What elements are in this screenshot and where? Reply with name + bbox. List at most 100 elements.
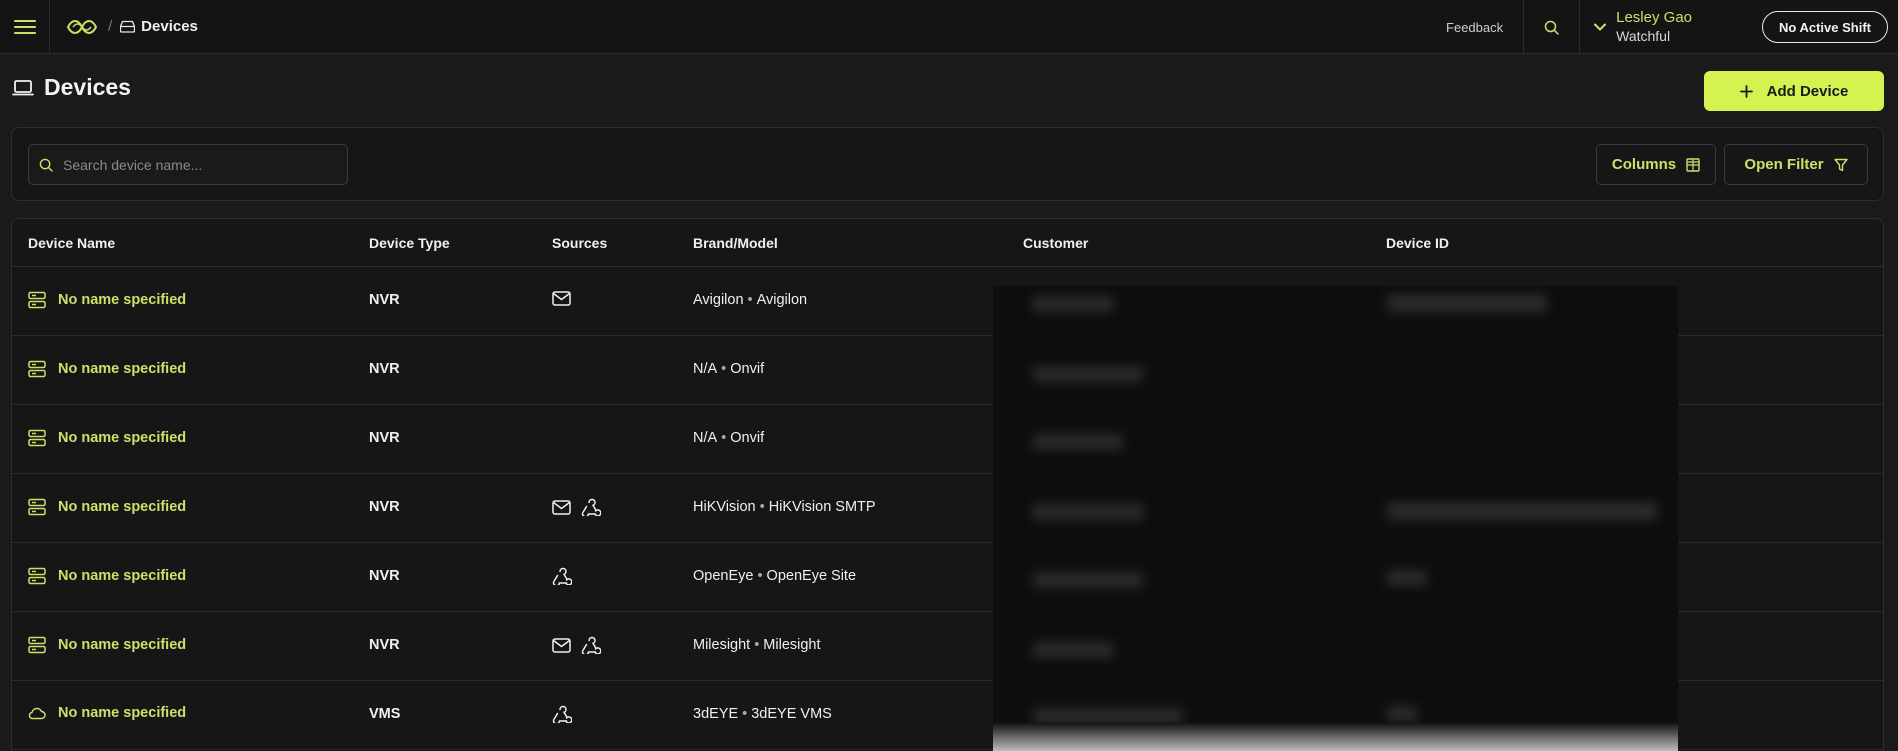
feedback-link[interactable]: Feedback [1426,0,1525,54]
column-header-device-id[interactable]: Device ID [1386,235,1449,251]
brand-model: N/A • Onvif [693,430,764,446]
column-header-customer[interactable]: Customer [1023,235,1088,251]
filter-icon [1833,158,1848,171]
device-type: NVR [369,430,400,446]
plus-icon [1739,84,1753,98]
server-icon [28,498,46,516]
device-name[interactable]: No name specified [58,637,186,653]
server-icon [28,567,46,585]
shift-status-button[interactable]: No Active Shift [1762,11,1888,43]
column-header-device-type[interactable]: Device Type [369,235,450,251]
device-name[interactable]: No name specified [58,361,186,377]
page-title: Devices [44,74,131,100]
columns-button[interactable]: Columns [1596,144,1716,185]
mail-icon [552,637,571,653]
device-name-cell[interactable]: No name specified [28,636,186,654]
brand-name: Avigilon [693,292,744,308]
open-filter-button[interactable]: Open Filter [1724,144,1868,185]
device-name-cell[interactable]: No name specified [28,567,186,585]
breadcrumb-separator: / [108,18,113,35]
user-name: Lesley Gao [1616,9,1693,26]
brand-model: HiKVision • HiKVision SMTP [693,499,876,515]
separator-dot: • [721,430,727,446]
open-filter-label: Open Filter [1744,156,1824,173]
add-device-button[interactable]: Add Device [1704,71,1884,111]
device-name-cell[interactable]: No name specified [28,360,186,378]
device-type: NVR [369,637,400,653]
column-header-sources[interactable]: Sources [552,235,607,251]
user-organization: Watchful [1616,28,1671,44]
device-name-cell[interactable]: No name specified [28,498,186,516]
brand-model: Avigilon • Avigilon [693,292,807,308]
brand-model: 3dEYE • 3dEYE VMS [693,706,832,722]
brand-name: OpenEye [693,568,754,584]
device-sources [552,705,572,723]
webhook-icon [552,705,572,723]
breadcrumb-title[interactable]: Devices [141,18,198,35]
column-header-device-name[interactable]: Device Name [28,235,115,251]
global-search-button[interactable] [1524,0,1581,54]
separator-dot: • [742,706,748,722]
filter-panel: Columns Open Filter [11,127,1884,201]
brand-name: 3dEYE [693,706,739,722]
device-icon [120,20,136,33]
hamburger-icon [13,19,36,34]
search-box[interactable] [28,144,348,185]
redacted-region [993,286,1678,751]
webhook-icon [552,567,572,585]
device-sources [552,636,601,654]
device-name-cell[interactable]: No name specified [28,429,186,447]
grid-icon [1686,157,1700,172]
brand-model: Milesight • Milesight [693,637,821,653]
search-icon [39,158,53,172]
search-icon [1544,20,1559,35]
model-name: Milesight [763,637,821,653]
brand-name: Milesight [693,637,751,653]
laptop-icon [12,79,34,95]
device-type: NVR [369,568,400,584]
column-header-brand-model[interactable]: Brand/Model [693,235,778,251]
model-name: Onvif [730,430,765,446]
device-sources [552,567,572,585]
webhook-icon [581,498,601,516]
separator-dot: • [757,568,763,584]
device-type: NVR [369,499,400,515]
model-name: 3dEYE VMS [751,706,832,722]
page-header: Devices [12,74,131,101]
device-type: NVR [369,361,400,377]
device-name[interactable]: No name specified [58,705,186,721]
device-name-cell[interactable]: No name specified [28,705,186,721]
mail-icon [552,291,571,306]
mail-icon [552,499,571,515]
brand-model: OpenEye • OpenEye Site [693,568,856,584]
separator-dot: • [754,637,760,653]
device-sources [552,498,601,516]
device-sources [552,291,571,306]
device-name[interactable]: No name specified [58,292,186,308]
menu-button[interactable] [0,0,50,54]
chevron-down-icon [1594,23,1607,31]
columns-label: Columns [1611,156,1677,173]
brand-model: N/A • Onvif [693,361,764,377]
model-name: OpenEye Site [766,568,857,584]
server-icon [28,360,46,378]
separator-dot: • [747,292,753,308]
model-name: Avigilon [756,292,808,308]
brand-name: HiKVision [693,499,756,515]
server-icon [28,291,46,309]
model-name: HiKVision SMTP [768,499,876,515]
device-name[interactable]: No name specified [58,568,186,584]
device-name[interactable]: No name specified [58,430,186,446]
top-bar: / Devices Feedback Lesley Gao Watchful N… [0,0,1898,54]
user-menu[interactable]: Lesley Gao Watchful [1580,0,1712,54]
server-icon [28,636,46,654]
search-input[interactable] [63,156,323,173]
breadcrumb: / Devices [50,0,198,54]
device-name-cell[interactable]: No name specified [28,291,186,309]
webhook-icon [581,636,601,654]
separator-dot: • [759,499,765,515]
device-name[interactable]: No name specified [58,499,186,515]
logo-icon[interactable] [66,17,98,37]
brand-name: N/A [693,361,718,377]
brand-name: N/A [693,430,718,446]
